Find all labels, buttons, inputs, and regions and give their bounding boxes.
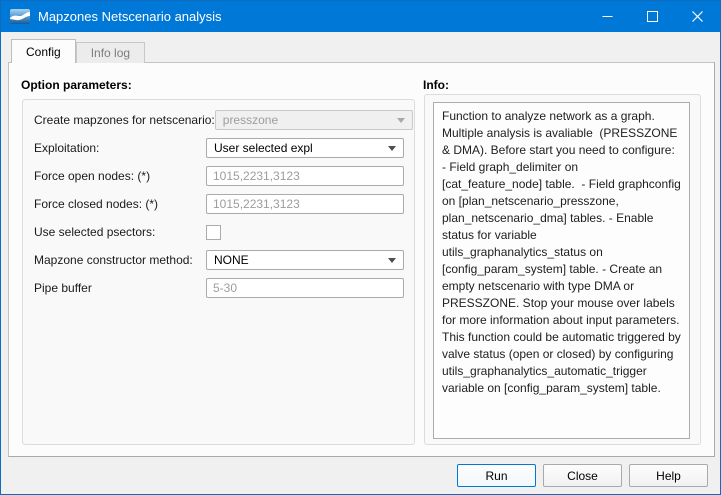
dialog-window: Mapzones Netscenario analysis Config: [0, 0, 721, 495]
close-dialog-button[interactable]: Close: [543, 464, 622, 487]
app-icon: [10, 9, 30, 24]
maximize-button[interactable]: [630, 1, 675, 32]
pipe-buffer-label: Pipe buffer: [34, 281, 206, 295]
pipe-buffer-input[interactable]: [206, 278, 404, 298]
minimize-icon: [602, 11, 613, 22]
window-controls: [585, 1, 720, 32]
info-title: Info:: [423, 78, 449, 92]
create-mapzones-for-netscenario-label: Create mapzones for netscenario:: [34, 113, 215, 127]
tab-config[interactable]: Config: [11, 39, 76, 63]
fields-container: Create mapzones for netscenario: presszon…: [23, 100, 414, 298]
force-open-nodes-input[interactable]: [206, 166, 404, 186]
close-button[interactable]: [675, 1, 720, 32]
footer-button-row: Run Close Help: [457, 464, 708, 487]
mapzone-constructor-method-combo[interactable]: NONE: [206, 250, 404, 270]
minimize-button[interactable]: [585, 1, 630, 32]
use-selected-psectors-checkbox[interactable]: [206, 225, 221, 240]
chevron-down-icon: [388, 146, 396, 151]
create-mapzones-for-netscenario-combo: presszone: [215, 110, 413, 130]
info-textbox[interactable]: Function to analyze network as a graph. …: [433, 102, 690, 439]
form-row: Create mapzones for netscenario: presszon…: [34, 110, 403, 130]
tab-bar: Config Info log: [11, 39, 145, 63]
tab-page-config: Option parameters: Create mapzones for n…: [8, 62, 715, 457]
mapzone-constructor-method-label: Mapzone constructor method:: [34, 253, 206, 267]
exploitation-combo[interactable]: User selected expl: [206, 138, 404, 158]
force-closed-nodes-label: Force closed nodes: (*): [34, 197, 206, 211]
close-icon: [692, 11, 703, 22]
form-row: Pipe buffer: [34, 278, 403, 298]
combo-value: presszone: [223, 113, 393, 127]
form-row: Use selected psectors:: [34, 222, 403, 242]
help-button[interactable]: Help: [629, 464, 708, 487]
form-row: Force open nodes: (*): [34, 166, 403, 186]
form-row: Exploitation: User selected expl: [34, 138, 403, 158]
option-parameters-group: Create mapzones for netscenario: presszon…: [22, 99, 415, 445]
combo-value: NONE: [214, 253, 384, 267]
option-parameters-title: Option parameters:: [21, 78, 132, 92]
exploitation-label: Exploitation:: [34, 141, 206, 155]
titlebar[interactable]: Mapzones Netscenario analysis: [1, 1, 720, 32]
tab-info-log[interactable]: Info log: [76, 42, 145, 63]
form-row: Force closed nodes: (*): [34, 194, 403, 214]
combo-value: User selected expl: [214, 141, 384, 155]
maximize-icon: [647, 11, 658, 22]
use-selected-psectors-label: Use selected psectors:: [34, 225, 206, 239]
form-row: Mapzone constructor method: NONE: [34, 250, 403, 270]
run-button[interactable]: Run: [457, 464, 536, 487]
chevron-down-icon: [397, 118, 405, 123]
info-group: Function to analyze network as a graph. …: [424, 94, 701, 445]
force-open-nodes-label: Force open nodes: (*): [34, 169, 206, 183]
window-title: Mapzones Netscenario analysis: [38, 9, 222, 24]
force-closed-nodes-input[interactable]: [206, 194, 404, 214]
chevron-down-icon: [388, 258, 396, 263]
